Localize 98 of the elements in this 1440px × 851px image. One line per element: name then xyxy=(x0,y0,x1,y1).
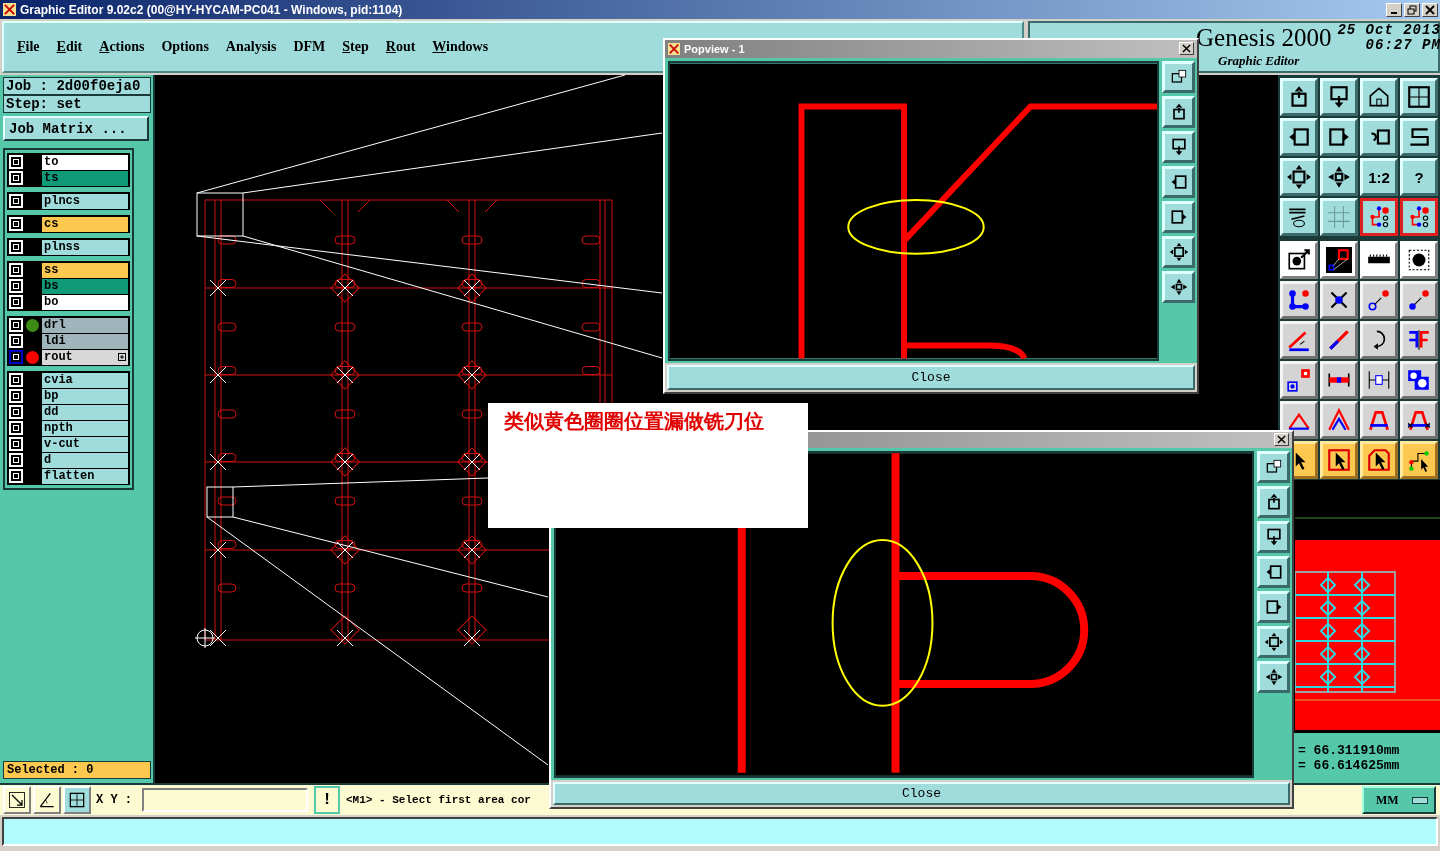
grid-icon xyxy=(1326,204,1352,230)
view-button[interactable] xyxy=(1162,60,1195,93)
fit-arrows-icon xyxy=(1263,631,1284,652)
layer-name[interactable]: v-cut xyxy=(42,436,128,452)
layer-name[interactable]: dd xyxy=(42,404,128,420)
close-button[interactable]: Close xyxy=(553,781,1290,805)
app-icon xyxy=(3,3,16,16)
window-grid-icon xyxy=(1406,84,1432,110)
xy-input[interactable] xyxy=(142,788,308,812)
shapes-icon xyxy=(1406,367,1432,393)
window-title: Graphic Editor 9.02c2 (00@HY-HYCAM-PC041 - Windows, pid:1104) xyxy=(20,2,404,17)
restore-icon xyxy=(1407,4,1417,15)
layer-name[interactable]: flatten xyxy=(42,468,128,484)
app-subtitle: Graphic Editor xyxy=(1217,53,1301,69)
pointer-icon xyxy=(1326,447,1352,473)
product-name: Genesis 2000 xyxy=(1196,23,1332,53)
xy-label: X Y : xyxy=(95,793,133,807)
minimize-button[interactable] xyxy=(1386,2,1402,17)
dotted-square-icon xyxy=(1406,247,1432,273)
zoom-window-icon xyxy=(1326,247,1352,273)
minimize-icon xyxy=(1391,11,1397,14)
restore-button[interactable] xyxy=(1404,2,1420,17)
mirror-icon xyxy=(1406,327,1432,353)
layer-name[interactable]: cs xyxy=(42,216,128,232)
tool-button[interactable]: 1:2 xyxy=(1360,158,1398,196)
circle-arrow-icon xyxy=(1366,287,1392,313)
menu-item[interactable]: Step xyxy=(342,39,369,55)
square-arrow-icon xyxy=(1286,367,1312,393)
menu-item[interactable]: Analysis xyxy=(225,39,277,55)
menu-item[interactable]: DFM xyxy=(293,39,326,55)
layer-name[interactable]: bo xyxy=(42,294,128,310)
grid-icon xyxy=(67,790,87,810)
view-button[interactable] xyxy=(1257,590,1290,623)
close-button[interactable] xyxy=(1422,2,1438,17)
fit-arrows-icon xyxy=(1168,241,1189,262)
coordinate-readout: = 66.614625mm xyxy=(1298,758,1401,773)
view-button[interactable] xyxy=(1257,555,1290,588)
layer-name[interactable]: plncs xyxy=(42,193,128,209)
layer-name[interactable]: d xyxy=(42,452,128,468)
view-button[interactable] xyxy=(1162,95,1195,128)
menu-item[interactable]: Windows xyxy=(432,39,489,55)
tool-button[interactable]: ? xyxy=(1400,158,1438,196)
view-button[interactable] xyxy=(1162,235,1195,268)
menu-item[interactable]: File xyxy=(17,39,40,55)
move-arrows-icon xyxy=(1326,164,1352,190)
step-name: Step: set xyxy=(3,95,151,113)
view-button[interactable] xyxy=(1257,485,1290,518)
view-button[interactable] xyxy=(1257,625,1290,658)
app-icon xyxy=(668,42,680,55)
layer-name[interactable]: plnss xyxy=(42,239,128,255)
view-button[interactable] xyxy=(1162,270,1195,303)
expand-icon[interactable] xyxy=(118,353,126,361)
coordinate-readout: = 66.311910mm xyxy=(1298,743,1401,758)
layer-name[interactable]: bp xyxy=(42,388,128,404)
layer-name[interactable]: drl xyxy=(42,317,128,333)
layer-name[interactable]: rout xyxy=(42,349,128,365)
close-button[interactable] xyxy=(1179,42,1194,56)
layer-name[interactable]: cvia xyxy=(42,372,128,388)
move-arrows-icon xyxy=(1263,666,1284,687)
view-button[interactable] xyxy=(1162,130,1195,163)
close-icon xyxy=(1425,4,1435,15)
units-dropdown[interactable]: MM xyxy=(1362,786,1436,814)
pointer-icon xyxy=(1366,447,1392,473)
slash-line-icon xyxy=(1326,327,1352,353)
view-button[interactable] xyxy=(1257,450,1290,483)
fit-arrows-icon xyxy=(1286,164,1312,190)
view-button[interactable] xyxy=(1257,520,1290,553)
nodes-icon xyxy=(1286,287,1312,313)
view-button[interactable] xyxy=(1257,660,1290,693)
close-button[interactable]: Close xyxy=(667,364,1195,390)
alert-button[interactable]: ! xyxy=(314,786,340,814)
circle-arrow-icon xyxy=(1406,287,1432,313)
close-button[interactable] xyxy=(1274,433,1289,447)
layer-name[interactable]: ts xyxy=(42,170,128,186)
job-name: Job : 2d00f0eja0 xyxy=(3,77,151,95)
close-icon xyxy=(1277,435,1286,445)
window-title: Popview - 1 xyxy=(684,42,746,55)
annotation-text: 类似黄色圈圈位置漏做铣刀位 xyxy=(504,409,764,433)
angle-icon xyxy=(37,790,57,810)
view-button[interactable] xyxy=(1162,200,1195,233)
layer-name[interactable]: npth xyxy=(42,420,128,436)
layer-name[interactable]: bs xyxy=(42,278,128,294)
view-button[interactable] xyxy=(1162,165,1195,198)
layer-toggle[interactable] xyxy=(9,350,23,364)
date-text: 25 Oct 2013 xyxy=(1337,23,1440,38)
layer-name[interactable]: ldi xyxy=(42,333,128,349)
menu-item[interactable]: Edit xyxy=(56,39,83,55)
menu-item[interactable]: Actions xyxy=(99,39,145,55)
layer-name[interactable]: ss xyxy=(42,262,128,278)
menu-item[interactable]: Rout xyxy=(385,39,416,55)
menu-item[interactable]: Options xyxy=(161,39,209,55)
status-message: <M1> - Select first area cor xyxy=(345,794,531,806)
triangle-icon xyxy=(1326,407,1352,433)
move-arrows-icon xyxy=(1168,276,1189,297)
selected-count: Selected : 0 xyxy=(3,761,151,779)
close-icon xyxy=(1182,44,1191,54)
job-matrix-button[interactable]: Job Matrix ... xyxy=(3,116,149,141)
layer-name[interactable]: to xyxy=(42,154,128,170)
